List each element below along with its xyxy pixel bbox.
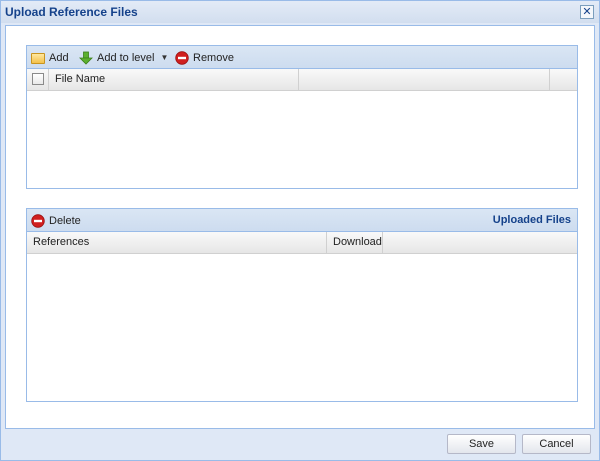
file-name-column-header[interactable]: File Name [49,69,299,90]
delete-icon [31,213,45,228]
references-column-header[interactable]: References [27,232,327,253]
uploaded-files-title: Uploaded Files [492,214,571,226]
close-button[interactable]: ✕ [580,5,594,19]
files-panel: Add Add to level ▼ Remove File Name [26,45,578,189]
files-grid-header: File Name [27,69,577,91]
chevron-down-icon: ▼ [160,53,169,62]
remove-icon [175,50,189,65]
select-all-checkbox[interactable] [32,73,44,85]
add-to-level-label: Add to level [97,51,155,64]
close-icon: ✕ [582,5,592,18]
delete-button[interactable]: Delete [31,212,81,229]
remove-label: Remove [193,51,234,64]
dialog-titlebar[interactable]: Upload Reference Files ✕ [1,1,599,23]
uploaded-toolbar: Delete Uploaded Files [27,209,577,232]
files-grid-body[interactable] [27,91,577,188]
arrow-down-icon [79,51,93,65]
files-extra-column-header[interactable] [299,69,550,90]
delete-label: Delete [49,214,81,227]
cancel-button[interactable]: Cancel [522,434,591,454]
save-button[interactable]: Save [447,434,516,454]
add-button[interactable]: Add [31,49,69,66]
files-filler-column-header [550,69,577,90]
file-name-header-label: File Name [55,73,106,85]
uploaded-files-panel: Delete Uploaded Files References Downloa… [26,208,578,402]
files-toolbar: Add Add to level ▼ Remove [27,46,577,69]
dialog-title: Upload Reference Files [5,5,138,19]
folder-open-icon [31,53,45,64]
select-all-column [27,69,49,90]
uploaded-grid-body[interactable] [27,254,577,401]
download-header-label: Download [333,236,382,248]
references-header-label: References [33,236,90,248]
add-to-level-button[interactable]: Add to level ▼ [79,49,168,66]
add-label: Add [49,51,69,64]
uploaded-grid-header: References Download [27,232,577,254]
dialog-body: Add Add to level ▼ Remove File Name Dele… [5,25,595,429]
upload-reference-files-dialog: Upload Reference Files ✕ Add Add to leve… [0,0,600,461]
remove-button[interactable]: Remove [175,49,234,66]
download-column-header[interactable]: Download [327,232,383,253]
uploaded-filler-column-header [383,232,577,253]
